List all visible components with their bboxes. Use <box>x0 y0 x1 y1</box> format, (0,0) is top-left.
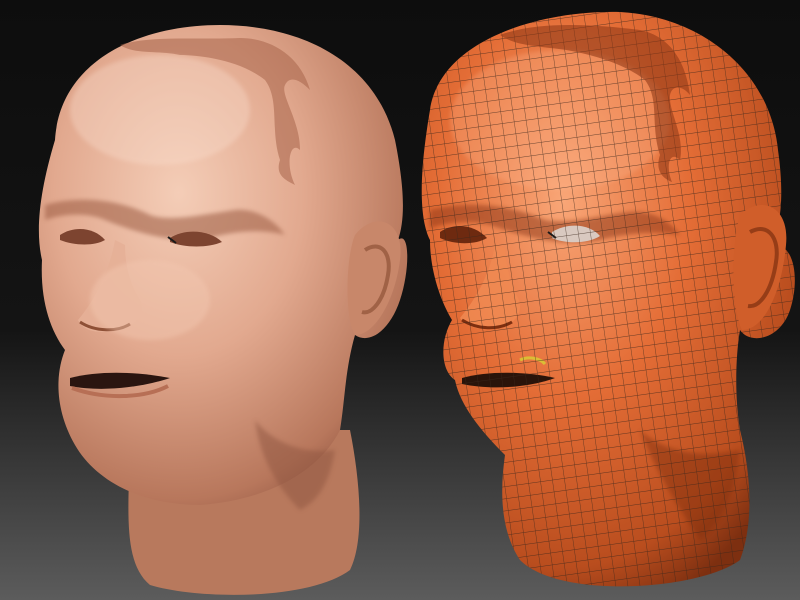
left-forehead-highlight <box>70 55 250 165</box>
render-viewport <box>0 0 800 600</box>
render-canvas <box>0 0 800 600</box>
left-cheek-highlight <box>90 260 210 340</box>
